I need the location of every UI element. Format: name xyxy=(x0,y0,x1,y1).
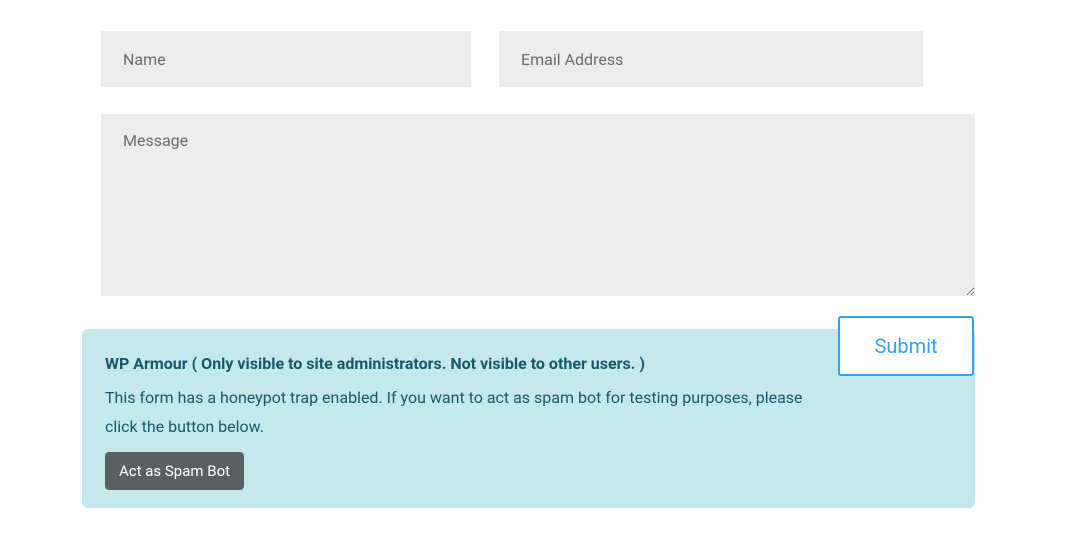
submit-row: Submit xyxy=(838,316,974,376)
contact-form xyxy=(101,31,975,300)
email-field[interactable] xyxy=(499,31,923,87)
act-as-spam-bot-button[interactable]: Act as Spam Bot xyxy=(105,452,244,490)
name-field[interactable] xyxy=(101,31,471,87)
submit-button[interactable]: Submit xyxy=(838,316,974,376)
notice-title: WP Armour ( Only visible to site adminis… xyxy=(105,351,952,377)
notice-description: This form has a honeypot trap enabled. I… xyxy=(105,383,825,442)
message-field[interactable] xyxy=(101,114,975,296)
form-top-row xyxy=(101,31,975,87)
